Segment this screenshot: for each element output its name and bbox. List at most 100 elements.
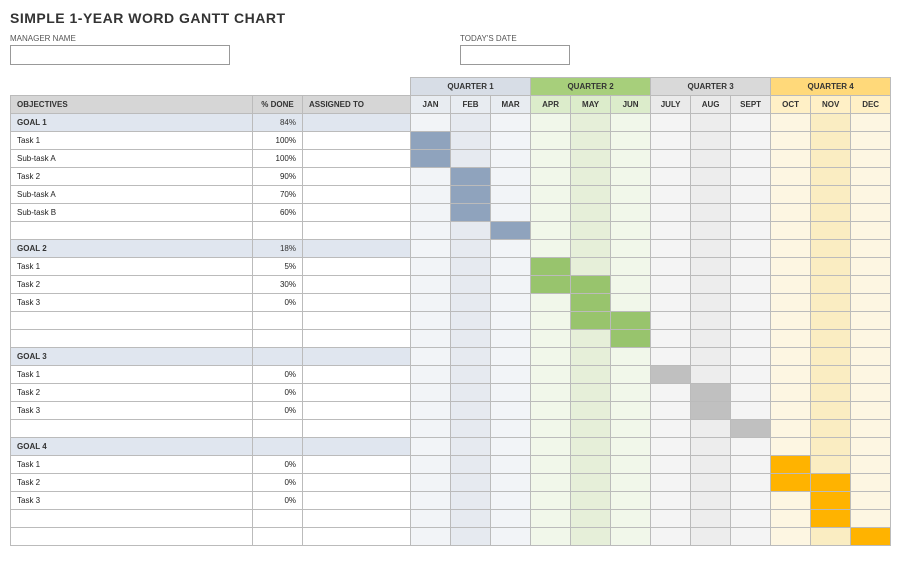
month-cell-jun[interactable] <box>611 132 651 150</box>
month-cell-aug[interactable] <box>691 258 731 276</box>
assigned-cell[interactable] <box>303 402 411 420</box>
month-cell-feb[interactable] <box>451 366 491 384</box>
month-cell-apr[interactable] <box>531 150 571 168</box>
assigned-cell[interactable] <box>303 384 411 402</box>
objective-cell[interactable] <box>11 510 253 528</box>
month-cell-sept[interactable] <box>731 222 771 240</box>
month-cell-jan[interactable] <box>411 528 451 546</box>
month-cell-july[interactable] <box>651 276 691 294</box>
objective-cell[interactable]: Task 3 <box>11 294 253 312</box>
month-cell-jan[interactable] <box>411 366 451 384</box>
month-cell-may[interactable] <box>571 222 611 240</box>
month-cell-nov[interactable] <box>811 528 851 546</box>
objective-cell[interactable] <box>11 528 253 546</box>
date-input[interactable] <box>460 45 570 65</box>
month-cell-oct[interactable] <box>771 420 811 438</box>
month-cell-sept[interactable] <box>731 438 771 456</box>
month-cell-feb[interactable] <box>451 474 491 492</box>
month-cell-nov[interactable] <box>811 438 851 456</box>
month-cell-feb[interactable] <box>451 456 491 474</box>
month-cell-july[interactable] <box>651 474 691 492</box>
month-cell-jan[interactable] <box>411 276 451 294</box>
month-cell-mar[interactable] <box>491 132 531 150</box>
month-cell-sept[interactable] <box>731 510 771 528</box>
month-cell-aug[interactable] <box>691 204 731 222</box>
month-cell-july[interactable] <box>651 402 691 420</box>
month-cell-jan[interactable] <box>411 258 451 276</box>
assigned-cell[interactable] <box>303 330 411 348</box>
month-cell-feb[interactable] <box>451 420 491 438</box>
month-cell-jun[interactable] <box>611 240 651 258</box>
objective-cell[interactable]: Task 2 <box>11 384 253 402</box>
month-cell-jan[interactable] <box>411 456 451 474</box>
month-cell-jun[interactable] <box>611 222 651 240</box>
month-cell-oct[interactable] <box>771 474 811 492</box>
assigned-cell[interactable] <box>303 420 411 438</box>
month-cell-jan[interactable] <box>411 132 451 150</box>
month-cell-sept[interactable] <box>731 150 771 168</box>
month-cell-jan[interactable] <box>411 348 451 366</box>
month-cell-mar[interactable] <box>491 276 531 294</box>
month-cell-oct[interactable] <box>771 348 811 366</box>
month-cell-dec[interactable] <box>851 186 891 204</box>
month-cell-nov[interactable] <box>811 150 851 168</box>
month-cell-oct[interactable] <box>771 510 811 528</box>
month-cell-may[interactable] <box>571 204 611 222</box>
pct-done-cell[interactable]: 0% <box>253 366 303 384</box>
month-cell-aug[interactable] <box>691 294 731 312</box>
assigned-cell[interactable] <box>303 204 411 222</box>
month-cell-aug[interactable] <box>691 114 731 132</box>
month-cell-oct[interactable] <box>771 492 811 510</box>
month-cell-may[interactable] <box>571 456 611 474</box>
month-cell-feb[interactable] <box>451 510 491 528</box>
month-cell-july[interactable] <box>651 222 691 240</box>
month-cell-nov[interactable] <box>811 348 851 366</box>
month-cell-aug[interactable] <box>691 222 731 240</box>
objective-cell[interactable]: Task 2 <box>11 168 253 186</box>
month-cell-feb[interactable] <box>451 492 491 510</box>
month-cell-sept[interactable] <box>731 258 771 276</box>
month-cell-nov[interactable] <box>811 222 851 240</box>
month-cell-may[interactable] <box>571 276 611 294</box>
month-cell-apr[interactable] <box>531 384 571 402</box>
month-cell-jun[interactable] <box>611 474 651 492</box>
month-cell-jun[interactable] <box>611 492 651 510</box>
month-cell-apr[interactable] <box>531 240 571 258</box>
month-cell-apr[interactable] <box>531 294 571 312</box>
month-cell-aug[interactable] <box>691 150 731 168</box>
month-cell-mar[interactable] <box>491 222 531 240</box>
month-cell-jun[interactable] <box>611 204 651 222</box>
month-cell-jun[interactable] <box>611 294 651 312</box>
month-cell-oct[interactable] <box>771 114 811 132</box>
month-cell-sept[interactable] <box>731 366 771 384</box>
month-cell-may[interactable] <box>571 294 611 312</box>
month-cell-dec[interactable] <box>851 204 891 222</box>
month-cell-feb[interactable] <box>451 330 491 348</box>
month-cell-dec[interactable] <box>851 402 891 420</box>
month-cell-may[interactable] <box>571 186 611 204</box>
month-cell-nov[interactable] <box>811 384 851 402</box>
month-cell-feb[interactable] <box>451 150 491 168</box>
month-cell-aug[interactable] <box>691 168 731 186</box>
month-cell-aug[interactable] <box>691 402 731 420</box>
month-cell-aug[interactable] <box>691 132 731 150</box>
month-cell-jan[interactable] <box>411 204 451 222</box>
pct-done-cell[interactable]: 5% <box>253 258 303 276</box>
month-cell-apr[interactable] <box>531 114 571 132</box>
month-cell-apr[interactable] <box>531 168 571 186</box>
month-cell-jan[interactable] <box>411 402 451 420</box>
month-cell-apr[interactable] <box>531 222 571 240</box>
month-cell-nov[interactable] <box>811 204 851 222</box>
month-cell-dec[interactable] <box>851 366 891 384</box>
month-cell-july[interactable] <box>651 168 691 186</box>
month-cell-sept[interactable] <box>731 276 771 294</box>
objective-cell[interactable]: Task 1 <box>11 132 253 150</box>
month-cell-mar[interactable] <box>491 312 531 330</box>
month-cell-jun[interactable] <box>611 438 651 456</box>
month-cell-july[interactable] <box>651 150 691 168</box>
pct-done-cell[interactable] <box>253 528 303 546</box>
month-cell-oct[interactable] <box>771 132 811 150</box>
month-cell-jun[interactable] <box>611 528 651 546</box>
objective-cell[interactable]: Task 2 <box>11 474 253 492</box>
month-cell-may[interactable] <box>571 402 611 420</box>
